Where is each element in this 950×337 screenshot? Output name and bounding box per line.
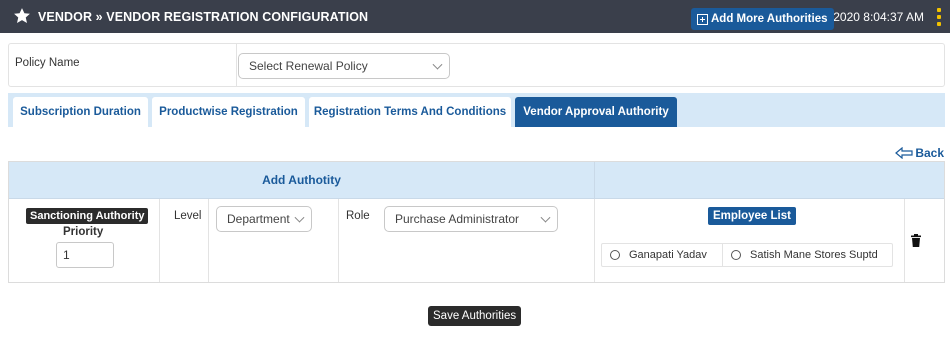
save-authorities-button[interactable]: Save Authorities (428, 306, 522, 326)
add-authority-heading: Add Authotity (262, 173, 341, 187)
arrow-left-icon (895, 147, 913, 159)
role-label: Role (346, 210, 370, 222)
renewal-policy-select-value: Select Renewal Policy (249, 59, 368, 73)
add-more-authorities-label: Add More Authorities (711, 13, 828, 25)
role-select-value: Purchase Administrator (395, 212, 520, 226)
cell-divider (594, 199, 595, 282)
employee-option-satish-mane[interactable]: Satish Mane Stores Suptd (723, 244, 878, 266)
employee-list: Ganapati Yadav Satish Mane Stores Suptd (601, 243, 893, 267)
cell-divider (208, 199, 209, 282)
add-more-authorities-button[interactable]: Add More Authorities (691, 8, 834, 30)
level-select[interactable]: Department (216, 206, 312, 232)
chevron-down-icon (540, 212, 551, 223)
tab-label: Vendor Approval Authority (523, 106, 669, 118)
star-icon[interactable] (12, 6, 32, 26)
cell-divider (338, 199, 339, 282)
header-divider (594, 162, 595, 199)
level-select-value: Department (227, 212, 290, 226)
sanctioning-authority-badge: Sanctioning Authority (26, 208, 149, 224)
tab-productwise-registration[interactable]: Productwise Registration (152, 97, 305, 127)
plus-box-icon (697, 13, 708, 25)
save-authorities-label: Save Authorities (433, 310, 517, 322)
employee-name: Satish Mane Stores Suptd (750, 249, 878, 261)
tab-label: Productwise Registration (159, 106, 298, 118)
employee-option-ganapati-yadav[interactable]: Ganapati Yadav (602, 244, 723, 266)
role-select[interactable]: Purchase Administrator (384, 206, 558, 232)
cell-divider (159, 199, 160, 282)
radio-button[interactable] (610, 250, 620, 260)
tab-vendor-approval-authority[interactable]: Vendor Approval Authority (515, 97, 677, 127)
priority-label: Priority (63, 226, 104, 238)
chevron-down-icon (294, 212, 305, 223)
priority-input-value: 1 (63, 248, 70, 262)
renewal-policy-select[interactable]: Select Renewal Policy (238, 53, 450, 79)
tab-registration-terms[interactable]: Registration Terms And Conditions (309, 97, 511, 127)
chevron-down-icon (432, 59, 443, 70)
tab-label: Registration Terms And Conditions (313, 106, 507, 118)
radio-button[interactable] (731, 250, 741, 260)
authority-table-header: Add Authotity (9, 162, 944, 199)
cell-divider (904, 199, 905, 282)
config-tabs: Subscription Duration Productwise Regist… (8, 93, 945, 127)
policy-row-divider (236, 44, 237, 86)
policy-name-label: Policy Name (15, 57, 80, 69)
kebab-menu-icon[interactable] (936, 8, 942, 26)
tab-subscription-duration[interactable]: Subscription Duration (13, 97, 148, 127)
policy-name-row: Policy Name (8, 43, 945, 87)
page-title: VENDOR » VENDOR REGISTRATION CONFIGURATI… (38, 10, 369, 24)
level-label: Level (174, 210, 202, 222)
trash-icon[interactable] (911, 234, 921, 247)
employee-list-badge: Employee List (708, 207, 796, 225)
employee-name: Ganapati Yadav (629, 249, 707, 261)
back-link[interactable]: Back (895, 146, 944, 160)
back-link-label: Back (915, 146, 944, 160)
tab-label: Subscription Duration (20, 106, 141, 118)
priority-input[interactable]: 1 (56, 242, 114, 268)
